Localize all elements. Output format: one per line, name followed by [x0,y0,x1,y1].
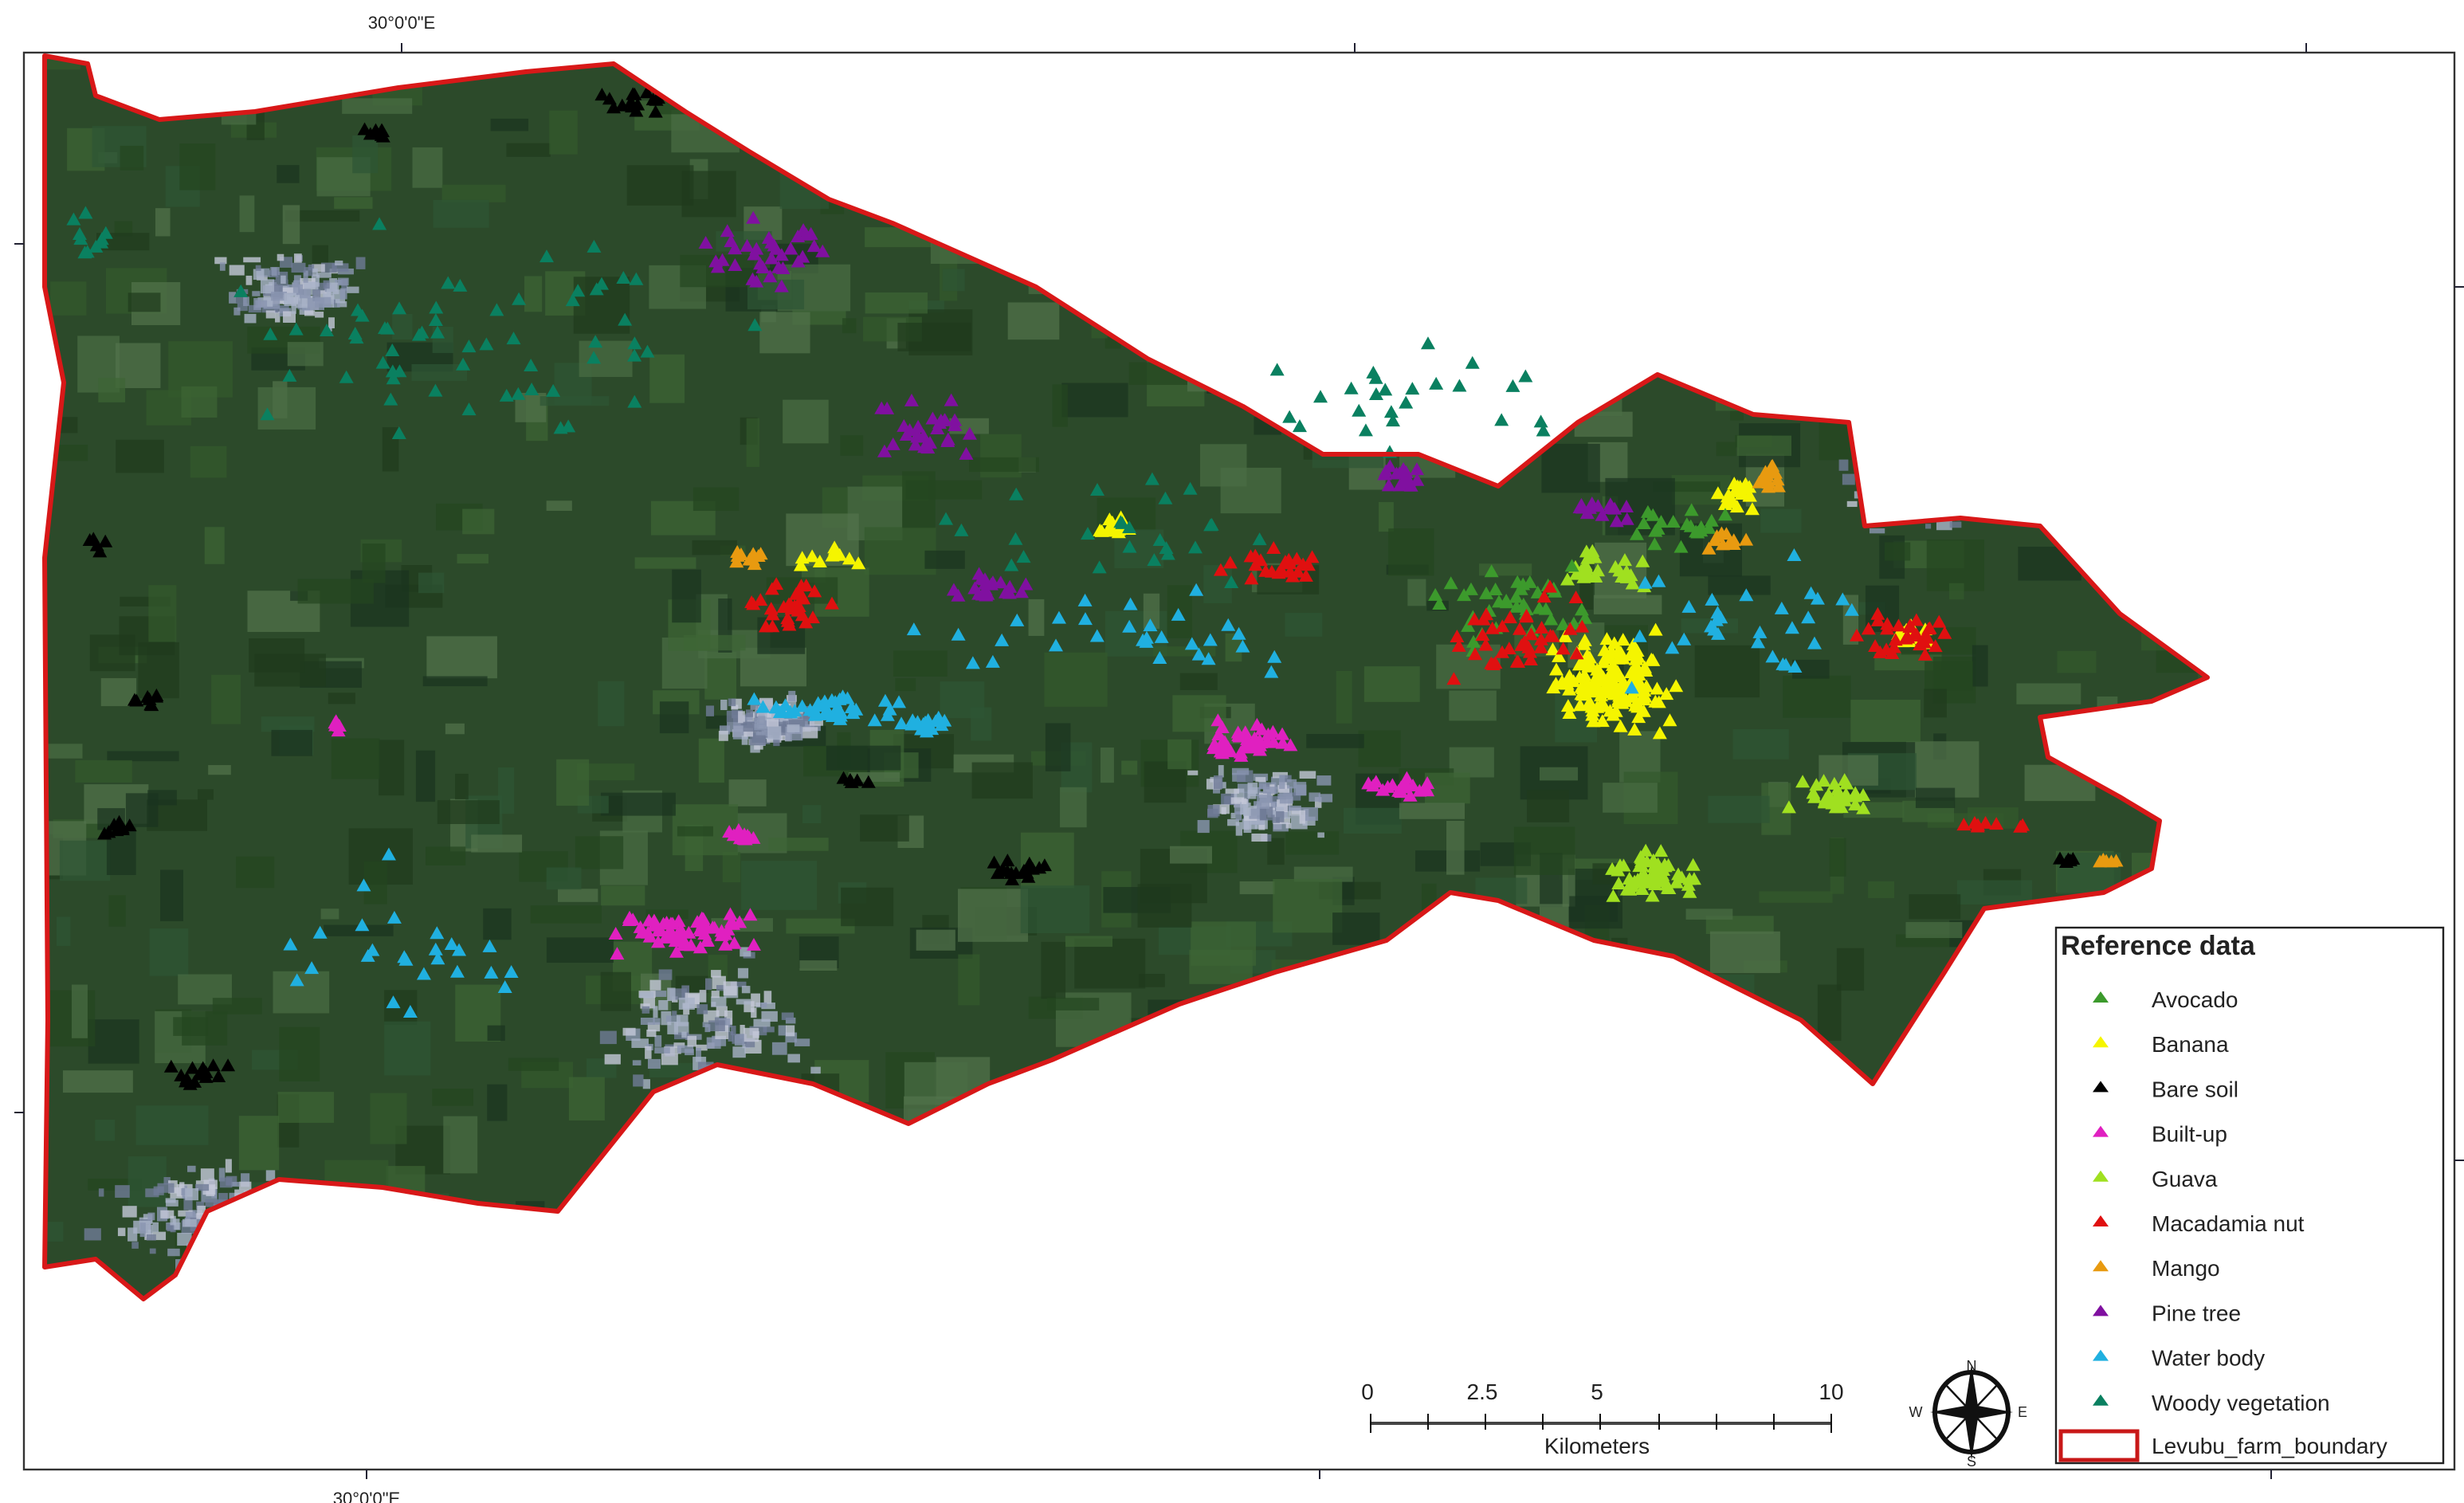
legend-label: Banana [2152,1032,2229,1057]
svg-text:E: E [2018,1404,2027,1420]
svg-text:N: N [1967,1358,1977,1374]
top-longitude-label: 30°0'0"E [368,13,435,33]
legend-label: Avocado [2152,987,2238,1012]
legend-label-boundary: Levubu_farm_boundary [2152,1434,2387,1458]
legend-label: Mango [2152,1256,2220,1281]
svg-text:W: W [1909,1404,1923,1420]
legend-label: Pine tree [2152,1301,2241,1325]
legend-label: Bare soil [2152,1077,2238,1101]
svg-text:S: S [1967,1454,1976,1470]
legend-label: Water body [2152,1346,2265,1371]
scale-label-2-5: 2.5 [1467,1379,1498,1404]
bottom-longitude-label: 30°0'0"E [333,1489,400,1503]
legend-label: Macadamia nut [2152,1211,2305,1236]
map-figure: 30°0'0"E 30°0'0"E Reference data Avocado… [14,13,2464,1503]
scale-label-10: 10 [1819,1379,1843,1404]
scale-unit: Kilometers [1544,1434,1650,1458]
legend-label: Woody vegetation [2152,1391,2330,1415]
legend-label: Guava [2152,1167,2218,1191]
legend: Reference data Avocado Banana Bare soil Bui… [2054,926,2445,1465]
scale-label-5: 5 [1591,1379,1603,1404]
legend-swatch-boundary [2058,1429,2140,1462]
legend-title: Reference data [2061,931,2256,961]
legend-label: Built-up [2152,1122,2227,1147]
scale-label-0: 0 [1361,1379,1374,1404]
